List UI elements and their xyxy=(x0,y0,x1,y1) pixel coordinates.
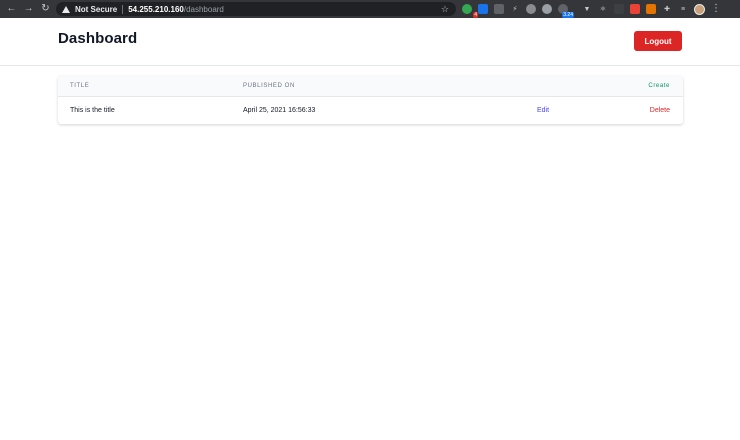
browser-toolbar: ← → ↻ Not Secure 54.255.210.160/dashboar… xyxy=(0,0,740,18)
warning-icon xyxy=(62,5,70,13)
address-bar[interactable]: Not Secure 54.255.210.160/dashboard ☆ xyxy=(56,2,456,16)
back-icon[interactable]: ← xyxy=(3,0,20,18)
extension-cloud-icon[interactable] xyxy=(494,4,504,14)
reading-list-icon[interactable]: ≡ xyxy=(678,4,688,14)
extension-react-icon[interactable]: ⚛ xyxy=(598,4,608,14)
reload-icon[interactable]: ↻ xyxy=(37,0,54,18)
omnibox-divider xyxy=(122,4,124,14)
page-title: Dashboard xyxy=(58,30,138,47)
edit-link[interactable]: Edit xyxy=(537,107,549,114)
row-published-on: April 25, 2021 16:56:33 xyxy=(243,107,316,114)
security-status[interactable]: Not Secure xyxy=(75,5,117,14)
app-header: Dashboard Logout xyxy=(0,18,740,66)
table-row: This is the title April 25, 2021 16:56:3… xyxy=(58,97,683,124)
extension-smile-icon[interactable] xyxy=(542,4,552,14)
extensions-puzzle-icon[interactable]: ✚ xyxy=(662,4,672,14)
create-link[interactable]: Create xyxy=(648,83,670,89)
url-host: 54.255.210.160 xyxy=(128,4,184,14)
extension-grid-icon[interactable] xyxy=(614,4,624,14)
logout-button[interactable]: Logout xyxy=(634,31,682,51)
extension-blue-icon[interactable] xyxy=(478,4,488,14)
forward-icon[interactable]: → xyxy=(20,0,37,18)
extension-bolt-icon[interactable]: ⚡ xyxy=(510,4,520,14)
extension-orange-icon[interactable] xyxy=(646,4,656,14)
extension-circle-icon[interactable] xyxy=(526,4,536,14)
profile-avatar[interactable] xyxy=(694,3,705,15)
url-path: /dashboard xyxy=(183,4,224,14)
extension-vue-icon[interactable]: ▼ xyxy=(582,4,592,14)
column-header-title: Title xyxy=(70,83,90,89)
bookmark-star-icon[interactable]: ☆ xyxy=(441,2,449,16)
extensions-tray: 4 ⚡ 3.24 ▼ ⚛ ✚ ≡ ⋮ xyxy=(462,3,721,18)
extension-gamepad-icon[interactable]: 3.24 xyxy=(558,4,574,18)
column-header-published-on: Published On xyxy=(243,83,295,89)
delete-link[interactable]: Delete xyxy=(650,107,670,114)
browser-menu-icon[interactable]: ⋮ xyxy=(711,3,721,15)
table-header: Title Published On Create xyxy=(58,76,683,97)
extension-grammar-icon[interactable]: 4 xyxy=(462,4,478,18)
posts-table: Title Published On Create This is the ti… xyxy=(58,76,683,124)
extension-s-icon[interactable] xyxy=(630,4,640,14)
row-title: This is the title xyxy=(70,107,115,114)
